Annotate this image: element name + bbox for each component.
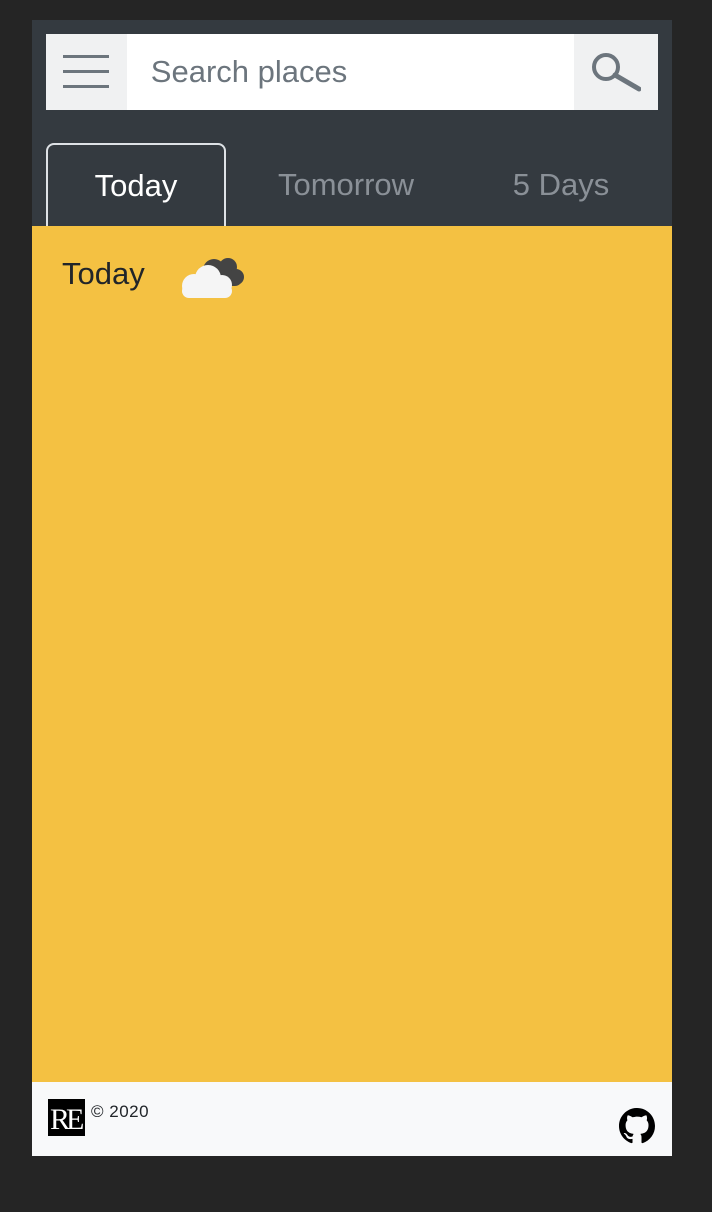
search-input[interactable] bbox=[126, 34, 574, 110]
forecast-panel: Today bbox=[32, 226, 672, 1082]
re-logo: RE bbox=[48, 1099, 85, 1136]
tab-5-days[interactable]: 5 Days bbox=[476, 143, 646, 226]
tab-today[interactable]: Today bbox=[46, 143, 226, 226]
search-bar bbox=[46, 34, 658, 110]
forecast-title: Today bbox=[62, 256, 145, 291]
svg-text:RE: RE bbox=[50, 1103, 83, 1136]
footer: RE © 2020 bbox=[32, 1082, 672, 1156]
copyright-text: © 2020 bbox=[91, 1102, 150, 1121]
search-button[interactable] bbox=[573, 34, 658, 110]
search-icon bbox=[591, 53, 641, 92]
tab-tomorrow[interactable]: Tomorrow bbox=[246, 143, 446, 226]
menu-button[interactable] bbox=[46, 34, 127, 110]
hamburger-icon bbox=[63, 55, 110, 88]
tab-bar: Today Tomorrow 5 Days bbox=[46, 143, 658, 226]
app-container: Today Tomorrow 5 Days Today RE © 2020 bbox=[32, 20, 672, 1156]
github-icon[interactable] bbox=[619, 1108, 655, 1144]
cloudy-icon bbox=[182, 258, 244, 298]
